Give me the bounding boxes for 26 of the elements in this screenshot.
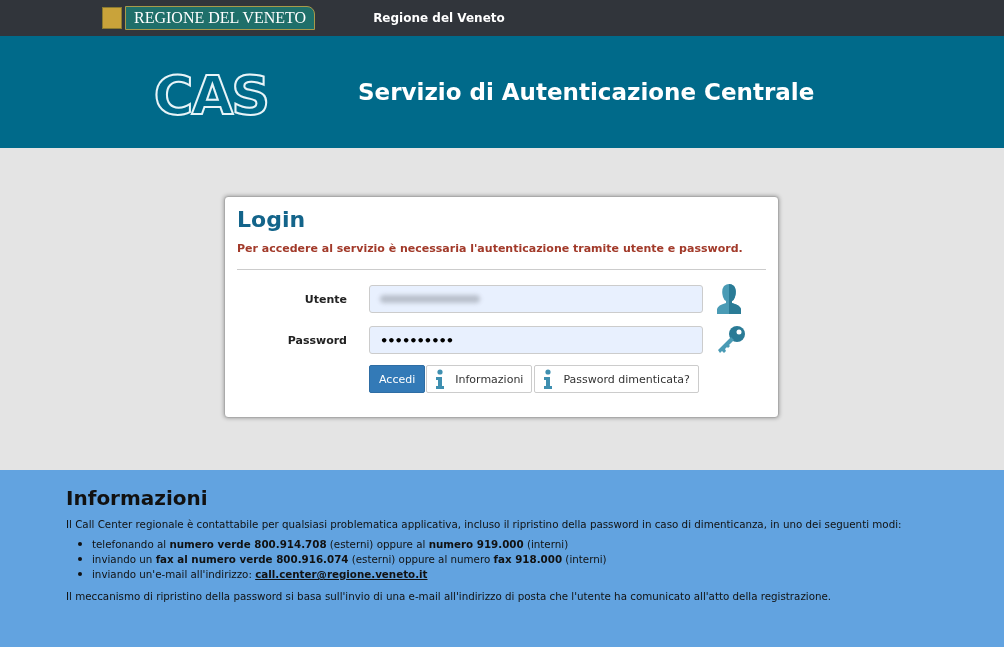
field-label: Utente	[303, 292, 347, 306]
list-item-text: inviando un fax al numero verde 800.916.074 (esterni) oppure al numero fax 918.000 (interni)	[92, 553, 607, 565]
info-heading: Informazioni	[66, 486, 209, 510]
bullet-icon	[78, 557, 82, 561]
info-paragraph: Il meccanismo di ripristino della password si basa sull'invio di una e-mail all'indirizzo di posta che l'utente ha comunicato all'atto della registrazione.	[66, 590, 833, 602]
info-button[interactable]: Informazioni	[426, 365, 533, 393]
info-button[interactable]: Password dimenticata?	[534, 365, 699, 393]
info-icon	[543, 369, 554, 389]
login-title: Login	[237, 207, 307, 232]
login-button[interactable]: Accedi	[369, 365, 426, 393]
info-paragraph: Il Call Center regionale è contattabile per qualsiasi problematica applicativa, incluso il ripristino della password in caso di dimenticanza, in uno dei seguenti modi:	[66, 518, 903, 530]
page-title: Servizio di Autenticazione Centrale	[358, 79, 815, 105]
key-icon	[715, 324, 747, 356]
user-icon	[715, 283, 743, 315]
bullet-icon	[78, 572, 82, 576]
list-item-text: inviando un'e-mail all'indirizzo: call.center@regione.veneto.it	[92, 568, 428, 580]
username-field[interactable]	[369, 285, 703, 313]
bullet-icon	[78, 542, 82, 546]
login-message: Per accedere al servizio è necessaria l'autenticazione tramite utente e password.	[237, 242, 744, 255]
email-link[interactable]: call.center@regione.veneto.it	[255, 568, 428, 580]
info-icon	[435, 369, 446, 389]
list-item-text: telefonando al numero verde 800.914.708 (esterni) oppure al numero 919.000 (interni)	[92, 538, 569, 550]
site-title: Regione del Veneto	[373, 11, 505, 25]
field-label: Password	[286, 333, 347, 347]
cas-logo: CAS	[146, 56, 276, 128]
password-field[interactable]: ••••••••••	[369, 326, 703, 354]
